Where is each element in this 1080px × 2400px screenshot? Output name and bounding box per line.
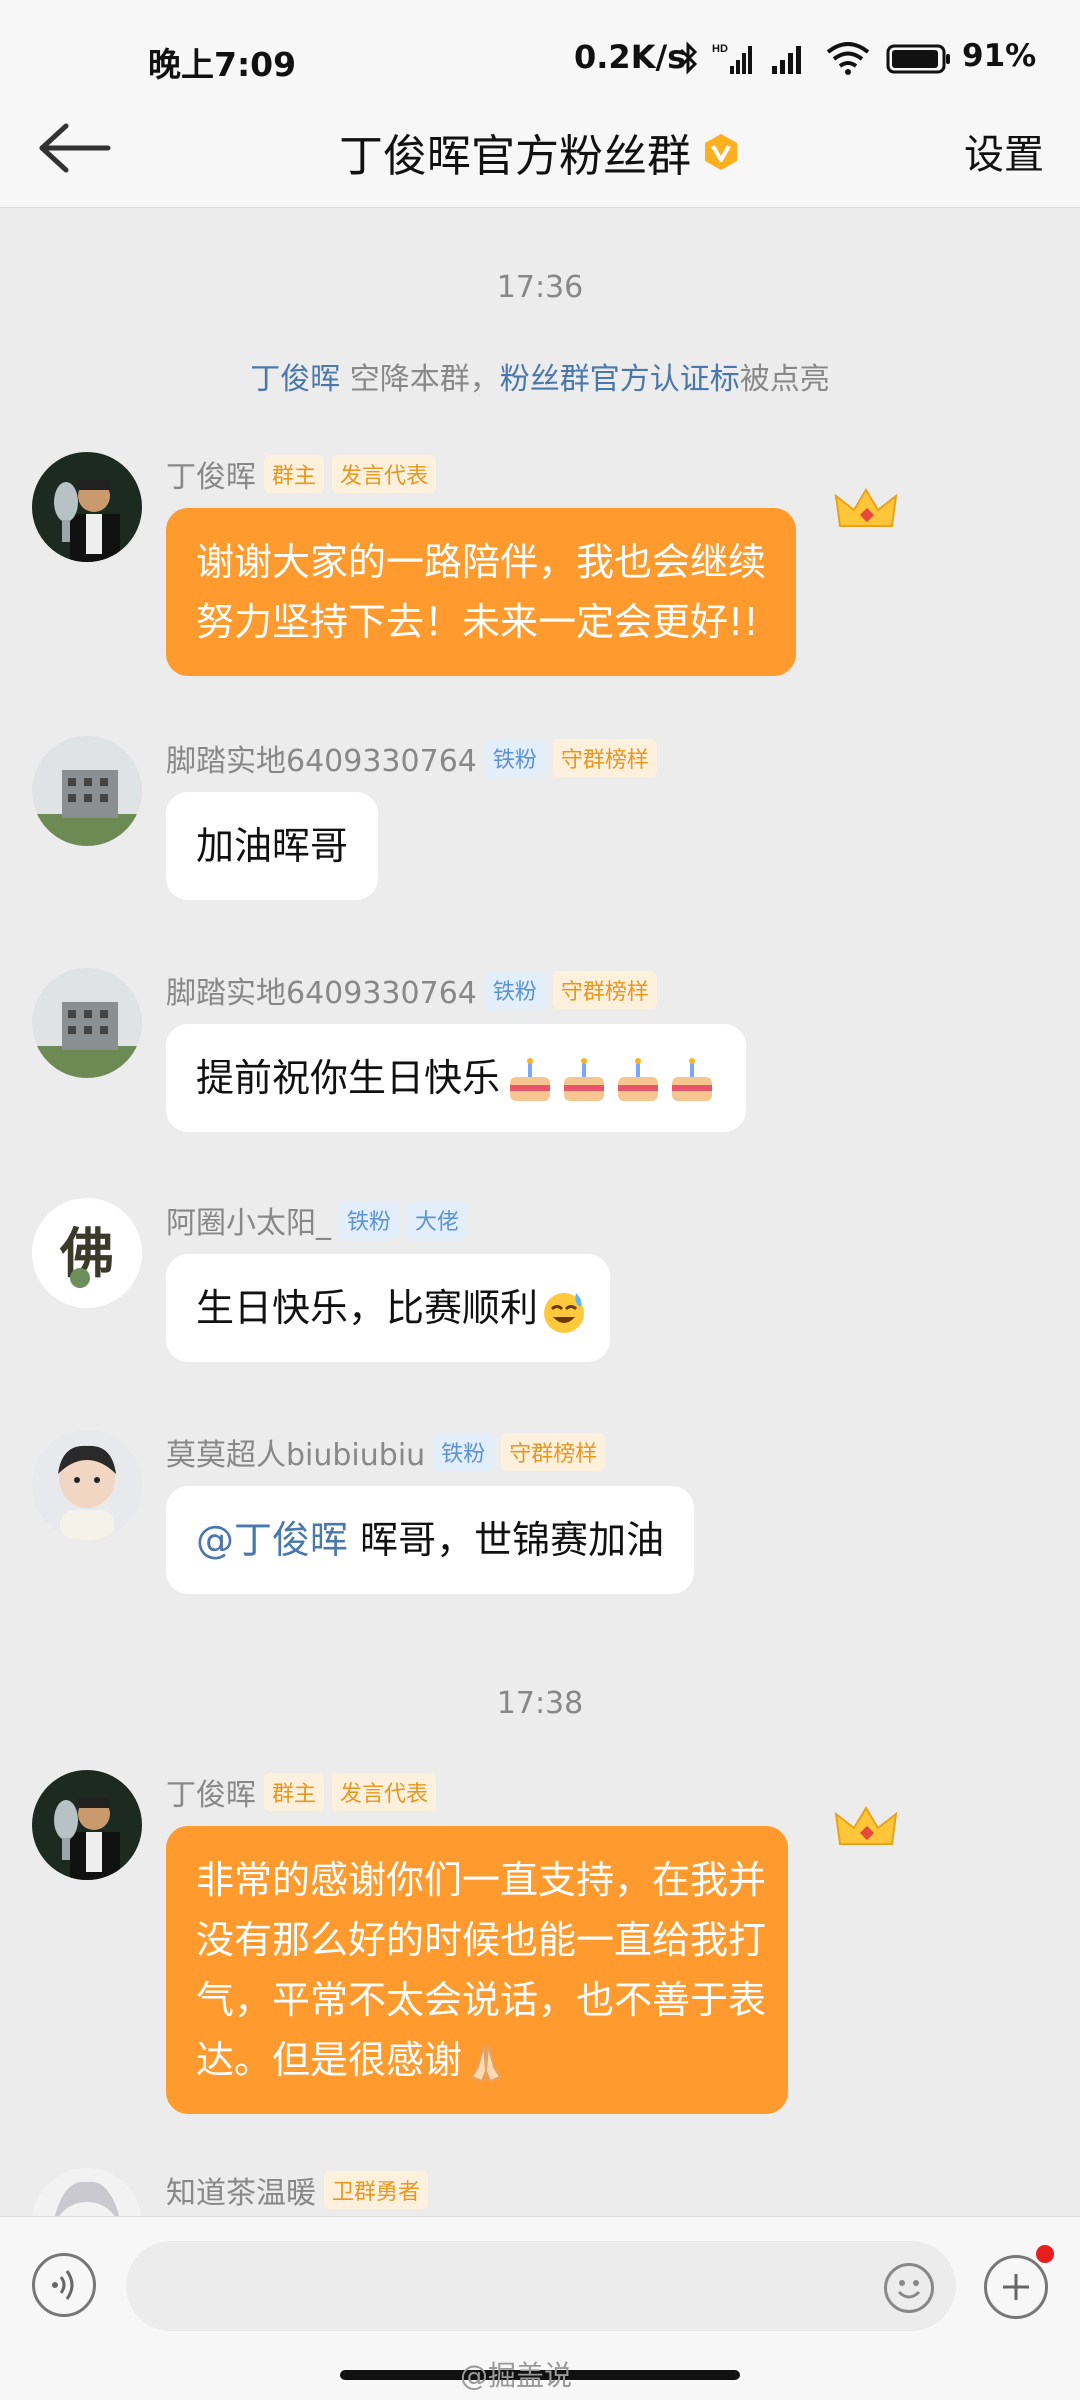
message-bubble[interactable]: 谢谢大家的一路陪伴，我也会继续 努力坚持下去！未来一定会更好!! <box>166 508 797 676</box>
role-tag: 守群榜样 <box>552 971 657 1009</box>
birthday-cake-emoji-icon <box>510 1057 713 1101</box>
status-time: 晚上7:09 <box>148 45 297 84</box>
crying-laughing-emoji-icon <box>544 1292 585 1333</box>
name-row: 丁俊晖 群主 发言代表 <box>166 1770 437 1813</box>
sender-name[interactable]: 丁俊晖 <box>166 1778 256 1813</box>
more-button[interactable] <box>984 2255 1048 2319</box>
notification-dot <box>1036 2245 1054 2263</box>
avatar[interactable] <box>32 1770 142 1880</box>
system-message-text-end: 被点亮 <box>739 362 830 397</box>
fan-tag: 铁粉 <box>484 739 545 777</box>
praying-hands-emoji-icon <box>470 2044 502 2082</box>
message-input[interactable] <box>126 2241 956 2331</box>
message-text: 生日快乐，比赛顺利 <box>196 1286 539 1330</box>
role-tag: 发言代表 <box>332 1773 437 1811</box>
fan-tag: 铁粉 <box>433 1433 494 1471</box>
message-bubble[interactable]: 提前祝你生日快乐 <box>166 1024 747 1132</box>
role-tag: 大佬 <box>407 1201 468 1239</box>
avatar[interactable] <box>32 968 142 1078</box>
mention-link[interactable]: @丁俊晖 <box>196 1518 348 1562</box>
avatar[interactable]: 佛 <box>32 1198 142 1308</box>
name-row: 阿圈小太阳_ 铁粉 大佬 <box>166 1198 468 1241</box>
avatar[interactable] <box>32 1430 142 1540</box>
name-row: 脚踏实地6409330764 铁粉 守群榜样 <box>166 736 657 779</box>
timestamp: 17:36 <box>496 270 584 305</box>
sender-name[interactable]: 脚踏实地6409330764 <box>166 976 477 1011</box>
role-tag: 群主 <box>264 455 325 493</box>
page-title: 丁俊晖官方粉丝群 <box>339 131 691 182</box>
crown-icon <box>834 1806 898 1845</box>
svg-text:HD: HD <box>712 43 728 55</box>
message-bubble[interactable]: @丁俊晖 晖哥，世锦赛加油 <box>166 1486 695 1594</box>
message-text: 提前祝你生日快乐 <box>196 1056 501 1100</box>
settings-button[interactable]: 设置 <box>964 122 1044 180</box>
avatar[interactable] <box>32 736 142 846</box>
emoji-button[interactable] <box>884 2263 934 2313</box>
voice-button[interactable] <box>32 2253 96 2317</box>
system-message-name[interactable]: 丁俊晖 <box>250 362 340 397</box>
sender-name[interactable]: 脚踏实地6409330764 <box>166 744 477 779</box>
sender-name[interactable]: 阿圈小太阳_ <box>166 1206 331 1241</box>
status-battery-level: 91% <box>962 38 1037 74</box>
sender-name[interactable]: 知道茶温暖 <box>166 2176 316 2211</box>
system-message: 丁俊晖 空降本群，粉丝群官方认证标被点亮 <box>0 354 1080 398</box>
avatar[interactable] <box>32 452 142 562</box>
message-bubble[interactable]: 非常的感谢你们一直支持，在我并 没有那么好的时候也能一直给我打 气，平常不太会说… <box>166 1826 789 2114</box>
battery-icon <box>886 44 950 74</box>
status-network-speed: 0.2K/s <box>574 38 687 76</box>
top-bar: 丁俊晖官方粉丝群 设置 <box>0 88 1080 208</box>
input-bar <box>0 2216 1080 2356</box>
timestamp: 17:38 <box>496 1686 584 1721</box>
role-tag: 发言代表 <box>332 455 437 493</box>
system-message-highlight[interactable]: 粉丝群官方认证标 <box>500 362 740 397</box>
title-wrap: 丁俊晖官方粉丝群 <box>0 120 1080 184</box>
chat-area[interactable]: 17:36 丁俊晖 空降本群，粉丝群官方认证标被点亮 丁俊晖 群主 发言代表 谢谢大… <box>0 208 1080 2216</box>
system-message-text: 空降本群， <box>340 362 500 397</box>
smiley-icon <box>897 2280 921 2299</box>
role-tag: 守群榜样 <box>501 1433 606 1471</box>
role-tag: 守群榜样 <box>552 739 657 777</box>
name-row: 丁俊晖 群主 发言代表 <box>166 452 437 495</box>
message-text: 晖哥，世锦赛加油 <box>348 1518 665 1562</box>
verified-badge-icon <box>705 134 737 170</box>
avatar[interactable] <box>32 2168 142 2216</box>
crown-icon <box>834 488 898 527</box>
watermark: @掘盖说 <box>460 2359 573 2392</box>
name-row: 莫莫超人biubiubiu 铁粉 守群榜样 <box>166 1430 606 1473</box>
sender-name[interactable]: 丁俊晖 <box>166 460 256 495</box>
wifi-icon <box>826 42 870 75</box>
fan-tag: 铁粉 <box>484 971 545 1009</box>
message-bubble[interactable]: 加油晖哥 <box>166 792 379 900</box>
fan-tag: 铁粉 <box>339 1201 400 1239</box>
role-tag: 群主 <box>264 1773 325 1811</box>
role-tag: 卫群勇者 <box>324 2171 429 2209</box>
name-row: 脚踏实地6409330764 铁粉 守群榜样 <box>166 968 657 1011</box>
signal-hd-icon: HD <box>712 43 752 74</box>
signal-icon <box>772 46 801 74</box>
sender-name[interactable]: 莫莫超人biubiubiu <box>166 1438 425 1473</box>
message-bubble[interactable]: 生日快乐，比赛顺利 <box>166 1254 611 1362</box>
plus-icon <box>1003 2274 1029 2300</box>
voice-icon <box>52 2270 74 2300</box>
name-row: 知道茶温暖 卫群勇者 <box>166 2168 429 2211</box>
bluetooth-icon <box>679 41 698 75</box>
